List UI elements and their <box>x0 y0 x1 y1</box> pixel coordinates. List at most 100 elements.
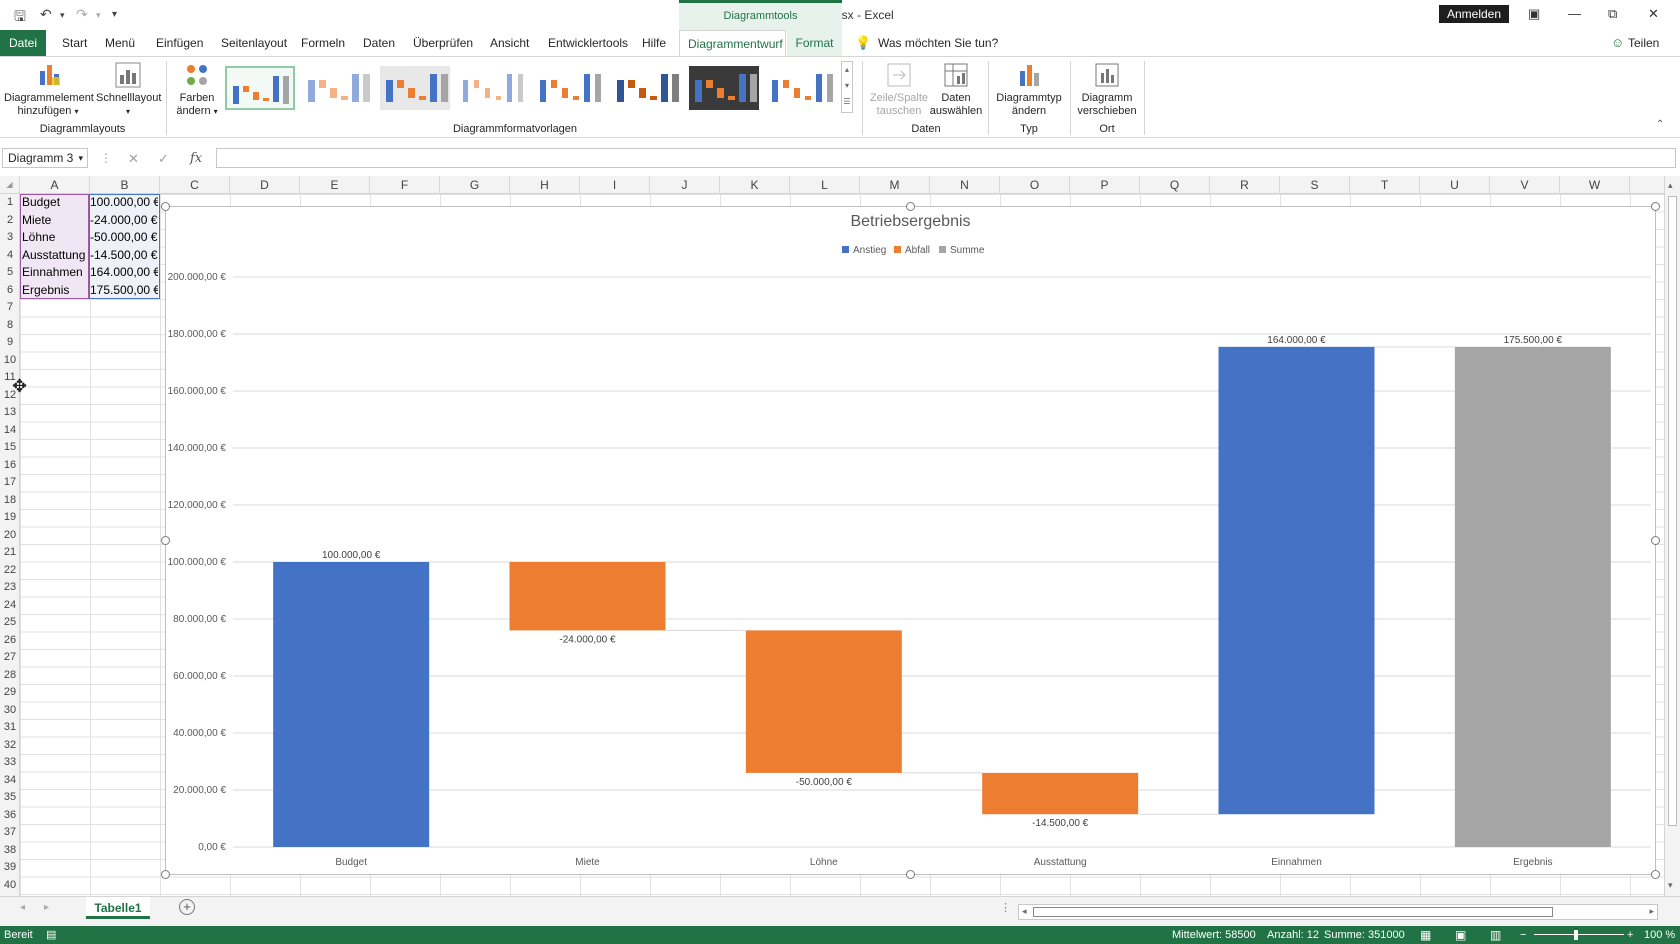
resize-handle-bottom[interactable] <box>906 870 915 879</box>
resize-handle-bottom-left[interactable] <box>161 870 170 879</box>
waterfall-bar[interactable] <box>745 630 902 773</box>
chart-plot-area[interactable]: 0,00 € 20.000,00 € 40.000,00 € 60.000,00 € 8… <box>166 207 1655 874</box>
resize-handle-bottom-right[interactable] <box>1651 870 1660 879</box>
row-header-25[interactable]: 25 <box>0 614 20 632</box>
waterfall-bar[interactable] <box>982 772 1139 815</box>
splitter-icon[interactable]: ⋮ <box>1000 901 1011 914</box>
row-header-29[interactable]: 29 <box>0 684 20 702</box>
add-chart-element-button[interactable]: Diagrammelement hinzufügen ▾ <box>4 61 94 118</box>
tab-start[interactable]: Start <box>54 30 95 56</box>
column-header-q[interactable]: Q <box>1140 176 1210 194</box>
share-button[interactable]: Teilen <box>1620 30 1667 56</box>
row-header-19[interactable]: 19 <box>0 509 20 527</box>
tab-page-layout[interactable]: Seitenlayout <box>213 30 295 56</box>
row-header-13[interactable]: 13 <box>0 404 20 422</box>
row-header-32[interactable]: 32 <box>0 737 20 755</box>
cancel-icon[interactable]: ✕ <box>128 151 139 167</box>
signin-button[interactable]: Anmelden <box>1439 5 1509 23</box>
styles-gallery-scroll[interactable]: ▴ ▾ ☰ <box>841 61 853 113</box>
column-header-l[interactable]: L <box>790 176 860 194</box>
column-header-g[interactable]: G <box>440 176 510 194</box>
scroll-right-icon[interactable]: ▸ <box>1649 906 1654 917</box>
chevron-down-icon[interactable]: ▾ <box>842 78 852 94</box>
column-header-v[interactable]: V <box>1490 176 1560 194</box>
normal-view-icon[interactable]: ▦ <box>1420 926 1431 944</box>
chart-style-3[interactable] <box>380 66 450 110</box>
row-header-2[interactable]: 2 <box>0 212 20 230</box>
horizontal-scrollbar[interactable]: ◂ ▸ <box>1018 904 1658 920</box>
row-header-15[interactable]: 15 <box>0 439 20 457</box>
prev-sheet-icon[interactable]: ◂ <box>20 902 25 913</box>
change-chart-type-button[interactable]: Diagrammtyp ändern <box>994 61 1064 118</box>
row-header-17[interactable]: 17 <box>0 474 20 492</box>
row-header-8[interactable]: 8 <box>0 317 20 335</box>
column-header-n[interactable]: N <box>930 176 1000 194</box>
resize-handle-right[interactable] <box>1651 536 1660 545</box>
row-header-36[interactable]: 36 <box>0 807 20 825</box>
tab-developer[interactable]: Entwicklertools <box>540 30 636 56</box>
select-all-icon[interactable]: ◢ <box>0 176 20 194</box>
row-header-27[interactable]: 27 <box>0 649 20 667</box>
chevron-up-icon[interactable]: ▴ <box>842 62 852 78</box>
resize-handle-left[interactable] <box>161 536 170 545</box>
tab-review[interactable]: Überprüfen <box>405 30 481 56</box>
row-header-4[interactable]: 4 <box>0 247 20 265</box>
column-header-u[interactable]: U <box>1420 176 1490 194</box>
resize-handle-top[interactable] <box>906 202 915 211</box>
waterfall-bar[interactable] <box>1218 346 1375 815</box>
vertical-scrollbar[interactable]: ▴ ▾ <box>1664 176 1680 896</box>
horizontal-scroll-thumb[interactable] <box>1033 907 1553 917</box>
chart-style-8[interactable] <box>766 66 836 110</box>
tab-format[interactable]: Format <box>787 30 842 56</box>
tab-file[interactable]: Datei <box>0 30 46 56</box>
tab-view[interactable]: Ansicht <box>482 30 537 56</box>
row-header-16[interactable]: 16 <box>0 457 20 475</box>
tab-help[interactable]: Hilfe <box>634 30 674 56</box>
column-header-o[interactable]: O <box>1000 176 1070 194</box>
sheet-tab-tabelle1[interactable]: Tabelle1 <box>86 897 150 919</box>
zoom-in-icon[interactable]: + <box>1627 926 1633 944</box>
ribbon-display-icon[interactable]: ▣ <box>1528 6 1540 22</box>
scroll-left-icon[interactable]: ◂ <box>1022 906 1027 917</box>
row-header-34[interactable]: 34 <box>0 772 20 790</box>
column-header-j[interactable]: J <box>650 176 720 194</box>
row-header-5[interactable]: 5 <box>0 264 20 282</box>
column-header-b[interactable]: B <box>90 176 160 194</box>
column-header-t[interactable]: T <box>1350 176 1420 194</box>
zoom-slider-thumb[interactable] <box>1574 930 1578 940</box>
column-header-i[interactable]: I <box>580 176 650 194</box>
resize-handle-top-left[interactable] <box>161 202 170 211</box>
vertical-scroll-thumb[interactable] <box>1668 196 1677 826</box>
tab-menu[interactable]: Menü <box>97 30 143 56</box>
row-header-23[interactable]: 23 <box>0 579 20 597</box>
tab-formulas[interactable]: Formeln <box>293 30 353 56</box>
zoom-out-icon[interactable]: − <box>1520 926 1526 944</box>
row-header-35[interactable]: 35 <box>0 789 20 807</box>
row-header-28[interactable]: 28 <box>0 667 20 685</box>
scroll-up-icon[interactable]: ▴ <box>1668 180 1673 191</box>
row-header-3[interactable]: 3 <box>0 229 20 247</box>
status-count[interactable]: Anzahl: 12 <box>1267 926 1319 944</box>
waterfall-bar[interactable] <box>1454 346 1611 847</box>
row-header-20[interactable]: 20 <box>0 527 20 545</box>
column-header-s[interactable]: S <box>1280 176 1350 194</box>
column-header-c[interactable]: C <box>160 176 230 194</box>
change-colors-button[interactable]: Farben ändern ▾ <box>172 61 222 118</box>
row-header-18[interactable]: 18 <box>0 492 20 510</box>
row-header-31[interactable]: 31 <box>0 719 20 737</box>
enter-icon[interactable]: ✓ <box>158 151 169 167</box>
row-header-38[interactable]: 38 <box>0 842 20 860</box>
chart-style-1[interactable] <box>225 66 295 110</box>
close-icon[interactable]: ✕ <box>1648 6 1659 22</box>
row-header-33[interactable]: 33 <box>0 754 20 772</box>
row-header-9[interactable]: 9 <box>0 334 20 352</box>
column-header-r[interactable]: R <box>1210 176 1280 194</box>
macro-record-icon[interactable]: ▤ <box>46 926 56 944</box>
minimize-icon[interactable]: — <box>1568 6 1581 21</box>
row-header-6[interactable]: 6 <box>0 282 20 300</box>
switch-row-column-button[interactable]: Zeile/Spalte tauschen <box>868 61 930 118</box>
status-average[interactable]: Mittelwert: 58500 <box>1172 926 1256 944</box>
add-sheet-icon[interactable]: + <box>179 899 195 915</box>
restore-icon[interactable]: ⧉ <box>1608 6 1617 22</box>
waterfall-bar[interactable] <box>273 562 430 847</box>
